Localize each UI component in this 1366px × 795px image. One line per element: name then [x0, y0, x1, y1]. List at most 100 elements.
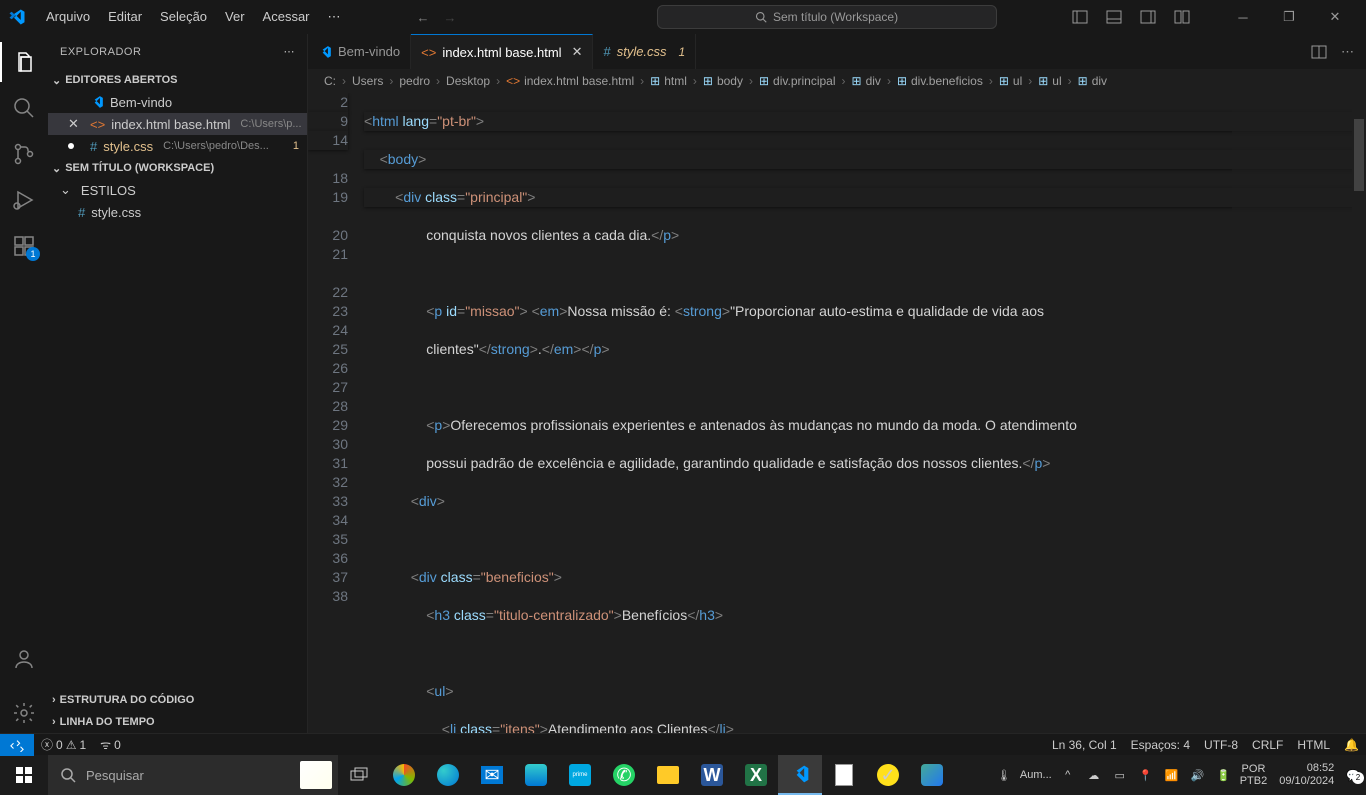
maximize-button[interactable]: ❐ [1266, 0, 1312, 34]
layout-icon-4[interactable] [1174, 9, 1190, 25]
minimize-button[interactable]: ─ [1220, 0, 1266, 34]
app-word-icon[interactable]: W [690, 755, 734, 795]
breadcrumb[interactable]: C:› Users› pedro› Desktop› <> index.html… [308, 69, 1366, 93]
tray-location-icon[interactable]: 📍 [1136, 769, 1156, 782]
taskbar-search[interactable]: Pesquisar [48, 755, 338, 795]
bc-body[interactable]: ⊞ body [703, 74, 743, 89]
nav-back-icon[interactable]: ← [417, 10, 430, 25]
close-button[interactable]: ✕ [1312, 0, 1358, 34]
minimap[interactable] [1232, 93, 1352, 693]
section-outline[interactable]: › ESTRUTURA DO CÓDIGO [48, 689, 307, 711]
app-excel-icon[interactable]: X [734, 755, 778, 795]
activity-settings[interactable] [0, 693, 48, 733]
status-language[interactable]: HTML [1290, 738, 1337, 752]
close-icon[interactable]: ✕ [68, 116, 84, 132]
menu-more[interactable]: ⋯ [320, 5, 349, 29]
activity-source-control[interactable] [0, 134, 48, 174]
tray-battery-icon[interactable]: 🔋 [1214, 769, 1234, 782]
activity-run-debug[interactable] [0, 180, 48, 220]
code-content[interactable]: <html lang="pt-br"> <body> <div class="p… [364, 93, 1366, 733]
status-notifications[interactable]: 🔔 [1337, 738, 1366, 752]
section-open-editors[interactable]: ⌄ EDITORES ABERTOS [48, 69, 307, 91]
close-icon[interactable]: ✕ [572, 44, 583, 60]
status-problems[interactable]: ⓧ0 ⚠1 [34, 736, 93, 753]
tray-onedrive-icon[interactable]: ☁ [1084, 769, 1104, 782]
more-actions-icon[interactable]: ⋯ [1341, 44, 1354, 60]
menu-arquivo[interactable]: Arquivo [38, 5, 98, 29]
app-store-icon[interactable] [514, 755, 558, 795]
line-gutter: 2 9 14 18 19 20 21 22 23 24 25 26 27 28 … [308, 93, 364, 733]
tab-index[interactable]: <> index.html base.html ✕ [411, 34, 593, 69]
tray-clock[interactable]: 08:5209/10/2024 [1273, 762, 1340, 788]
bc-desktop[interactable]: Desktop [446, 74, 490, 88]
activity-search[interactable] [0, 88, 48, 128]
app-notepad-icon[interactable] [822, 755, 866, 795]
tray-wifi-icon[interactable]: 📶 [1162, 769, 1182, 782]
remote-button[interactable] [0, 734, 34, 756]
tray-notifications-icon[interactable]: 💬2 [1346, 769, 1360, 782]
app-explorer-icon[interactable] [646, 755, 690, 795]
layout-icon-1[interactable] [1072, 9, 1088, 25]
scrollbar-vertical[interactable] [1352, 93, 1366, 733]
app-photos-icon[interactable] [910, 755, 954, 795]
layout-icon-2[interactable] [1106, 9, 1122, 25]
open-editor-stylecss[interactable]: # style.css C:\Users\pedro\Des... 1 [48, 135, 307, 157]
bc-html[interactable]: ⊞ html [650, 74, 687, 89]
tray-meet-icon[interactable]: ▭ [1110, 769, 1130, 782]
taskbar-icons: ✉ prime ✆ W X ✓ [338, 755, 954, 795]
app-mail-icon[interactable]: ✉ [470, 755, 514, 795]
chevron-down-icon: ⌄ [52, 74, 61, 87]
bc-beneficios[interactable]: ⊞ div.beneficios [897, 74, 983, 89]
explorer-more-icon[interactable]: ⋯ [284, 45, 296, 58]
start-button[interactable] [0, 755, 48, 795]
bc-ul2[interactable]: ⊞ ul [1038, 74, 1061, 89]
split-editor-icon[interactable] [1311, 44, 1327, 60]
bc-principal[interactable]: ⊞ div.principal [759, 74, 836, 89]
layout-icon-3[interactable] [1140, 9, 1156, 25]
folder-estilos[interactable]: ⌄ ESTILOS [48, 179, 307, 201]
file-stylecss[interactable]: # style.css [48, 201, 307, 223]
bc-div2[interactable]: ⊞ div [1078, 74, 1107, 89]
app-whatsapp-icon[interactable]: ✆ [602, 755, 646, 795]
activity-extensions[interactable]: 1 [0, 226, 48, 266]
tray-chevron-icon[interactable]: ^ [1058, 769, 1078, 781]
status-encoding[interactable]: UTF-8 [1197, 738, 1245, 752]
menu-ver[interactable]: Ver [217, 5, 253, 29]
command-center[interactable]: Sem título (Workspace) [657, 5, 997, 29]
code-area[interactable]: 2 9 14 18 19 20 21 22 23 24 25 26 27 28 … [308, 93, 1366, 733]
bc-ul[interactable]: ⊞ ul [999, 74, 1022, 89]
status-spaces[interactable]: Espaços: 4 [1124, 738, 1197, 752]
app-edge-icon[interactable] [426, 755, 470, 795]
activity-explorer[interactable] [0, 42, 48, 82]
tab-stylecss[interactable]: # style.css 1 [593, 34, 696, 69]
tab-bemvindo[interactable]: Bem-vindo [308, 34, 411, 69]
activity-accounts[interactable] [0, 639, 48, 679]
task-view-icon[interactable] [338, 755, 382, 795]
bc-pedro[interactable]: pedro [399, 74, 430, 88]
tray-language[interactable]: PORPTB2 [1240, 763, 1268, 787]
tray-volume-icon[interactable]: 🔊 [1188, 769, 1208, 782]
app-vscode-icon[interactable] [778, 755, 822, 795]
open-editor-bemvindo[interactable]: Bem-vindo [48, 91, 307, 113]
bc-file[interactable]: <> index.html base.html [506, 74, 634, 88]
menu-selecao[interactable]: Seleção [152, 5, 215, 29]
section-timeline[interactable]: › LINHA DO TEMPO [48, 711, 307, 733]
menu-editar[interactable]: Editar [100, 5, 150, 29]
status-ports[interactable]: ᯤ0 [93, 736, 128, 753]
bc-div[interactable]: ⊞ div [852, 74, 881, 89]
bc-c[interactable]: C: [324, 74, 336, 88]
section-workspace[interactable]: ⌄ SEM TÍTULO (WORKSPACE) [48, 157, 307, 179]
app-norton-icon[interactable]: ✓ [866, 755, 910, 795]
app-prime-icon[interactable]: prime [558, 755, 602, 795]
sidebar-explorer: EXPLORADOR ⋯ ⌄ EDITORES ABERTOS Bem-vind… [48, 34, 308, 733]
menu-acessar[interactable]: Acessar [255, 5, 318, 29]
bc-users[interactable]: Users [352, 74, 383, 88]
nav-forward-icon[interactable]: → [444, 10, 457, 25]
scrollbar-thumb[interactable] [1354, 119, 1364, 191]
app-copilot-icon[interactable] [382, 755, 426, 795]
status-eol[interactable]: CRLF [1245, 738, 1290, 752]
weather-text[interactable]: Aum... [1020, 769, 1052, 781]
open-editor-index[interactable]: ✕ <> index.html base.html C:\Users\p... [48, 113, 307, 135]
weather-icon[interactable]: 🌡 [994, 769, 1014, 782]
status-lncol[interactable]: Ln 36, Col 1 [1045, 738, 1124, 752]
